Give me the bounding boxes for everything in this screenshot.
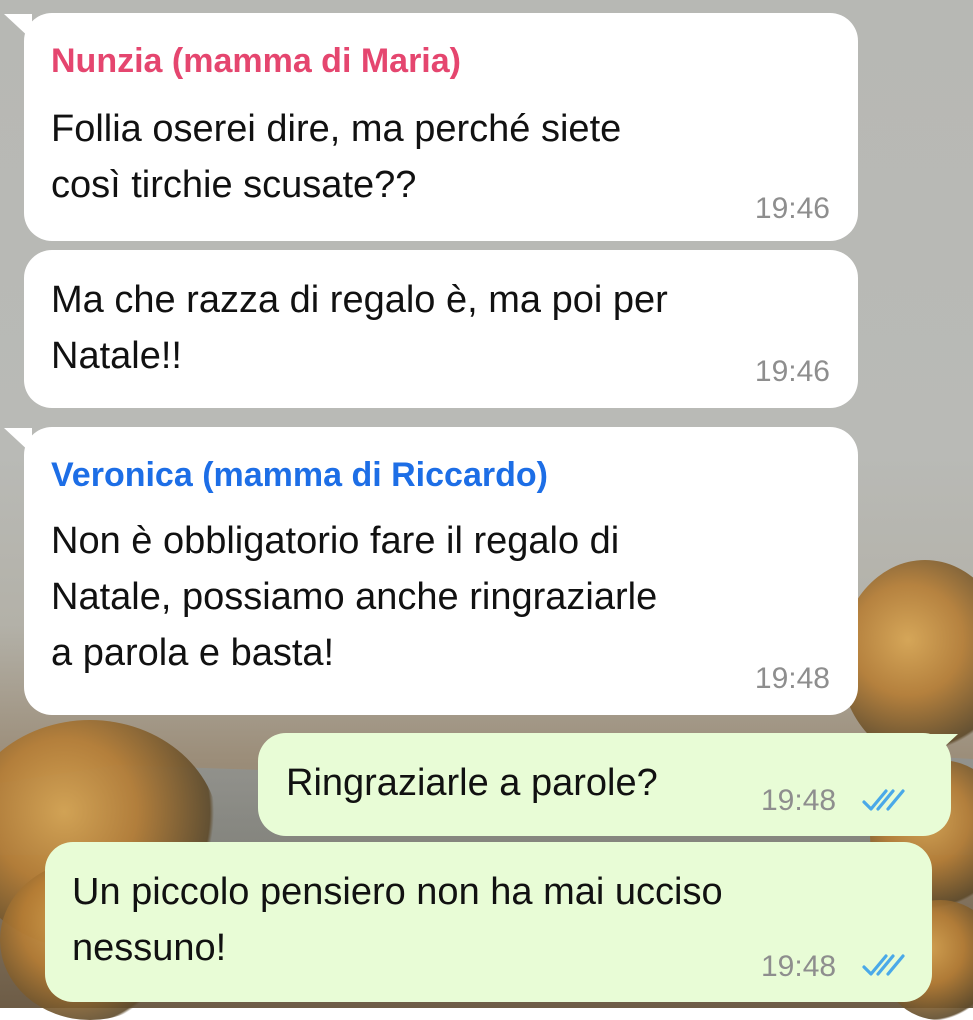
message-text: Ringraziarle a parole?: [286, 762, 658, 804]
sender-name[interactable]: Veronica (mamma di Riccardo): [51, 453, 830, 497]
double-check-read-icon: [862, 789, 905, 811]
message-timestamp: 19:46: [754, 355, 830, 388]
message-timestamp: 19:48: [761, 784, 837, 817]
message-timestamp: 19:48: [761, 950, 837, 983]
message-bubble-outgoing[interactable]: Un piccolo pensiero non ha mai ucciso ne…: [45, 842, 932, 1002]
message-bubble-incoming[interactable]: Veronica (mamma di Riccardo) Non è obbli…: [24, 427, 858, 715]
message-timestamp: 19:48: [754, 662, 830, 695]
message-bubble-incoming[interactable]: Nunzia (mamma di Maria) Follia oserei di…: [24, 13, 858, 241]
message-list[interactable]: Nunzia (mamma di Maria) Follia oserei di…: [0, 0, 973, 1008]
message-text: Ma che razza di regalo è, ma poi per Nat…: [51, 279, 668, 377]
message-text: Non è obbligatorio fare il regalo di Nat…: [51, 520, 658, 674]
message-bubble-incoming[interactable]: Ma che razza di regalo è, ma poi per Nat…: [24, 250, 858, 408]
message-timestamp: 19:46: [754, 192, 830, 225]
message-text: Follia oserei dire, ma perché siete così…: [51, 108, 622, 206]
message-bubble-outgoing[interactable]: Ringraziarle a parole? 19:48: [258, 733, 951, 836]
sender-name[interactable]: Nunzia (mamma di Maria): [51, 39, 830, 83]
double-check-read-icon: [862, 954, 905, 976]
